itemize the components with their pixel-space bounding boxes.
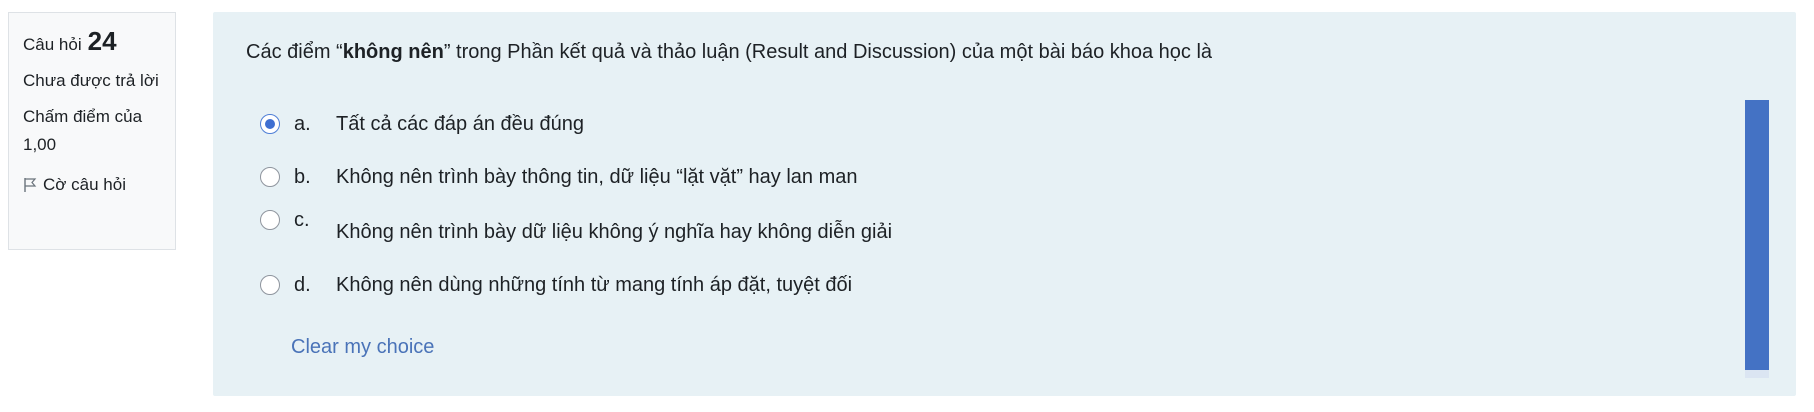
radio-option-b[interactable] bbox=[260, 167, 280, 187]
flag-icon bbox=[23, 177, 37, 193]
radio-option-d[interactable] bbox=[260, 275, 280, 295]
question-text-bold: không nên bbox=[342, 41, 444, 63]
question-number: 24 bbox=[87, 26, 117, 56]
option-letter: b. bbox=[294, 166, 311, 188]
question-grade: Chấm điểm của 1,00 bbox=[23, 107, 143, 154]
answer-option-d[interactable]: d. Không nên dùng những tính từ mang tín… bbox=[260, 270, 852, 300]
question-label: Câu hỏi bbox=[23, 35, 82, 54]
option-letter: a. bbox=[294, 113, 311, 135]
flag-question-button[interactable]: Cờ câu hỏi bbox=[23, 171, 163, 199]
question-page: Câu hỏi 24 Chưa được trả lời Chấm điểm c… bbox=[0, 0, 1814, 412]
option-letter: d. bbox=[294, 274, 311, 296]
answer-option-b[interactable]: b. Không nên trình bày thông tin, dữ liệ… bbox=[260, 162, 857, 192]
radio-option-a[interactable] bbox=[260, 114, 280, 134]
option-text: Không nên dùng những tính từ mang tính á… bbox=[336, 274, 853, 296]
question-text-before: Các điểm “ bbox=[246, 41, 343, 63]
flag-label: Cờ câu hỏi bbox=[43, 175, 126, 194]
question-text: Các điểm “không nên” trong Phần kết quả … bbox=[246, 37, 1212, 67]
question-state: Chưa được trả lời bbox=[23, 71, 159, 90]
question-panel: Các điểm “không nên” trong Phần kết quả … bbox=[213, 12, 1796, 396]
option-text: Không nên trình bày dữ liệu không ý nghĩ… bbox=[336, 221, 893, 243]
option-letter: c. bbox=[294, 209, 310, 231]
question-info-panel: Câu hỏi 24 Chưa được trả lời Chấm điểm c… bbox=[8, 12, 176, 250]
radio-option-c[interactable] bbox=[260, 210, 280, 230]
scrollbar-thumb[interactable] bbox=[1745, 100, 1769, 370]
answer-option-a[interactable]: a. Tất cả các đáp án đều đúng bbox=[260, 109, 584, 139]
answer-option-c[interactable]: c. Không nên trình bày dữ liệu không ý n… bbox=[260, 205, 892, 247]
question-text-after: ” trong Phần kết quả và thảo luận (Resul… bbox=[443, 41, 1213, 63]
option-text: Tất cả các đáp án đều đúng bbox=[336, 113, 584, 135]
clear-choice-link[interactable]: Clear my choice bbox=[291, 332, 434, 362]
option-text: Không nên trình bày thông tin, dữ liệu “… bbox=[336, 166, 858, 188]
question-number-line: Câu hỏi 24 bbox=[23, 27, 163, 59]
